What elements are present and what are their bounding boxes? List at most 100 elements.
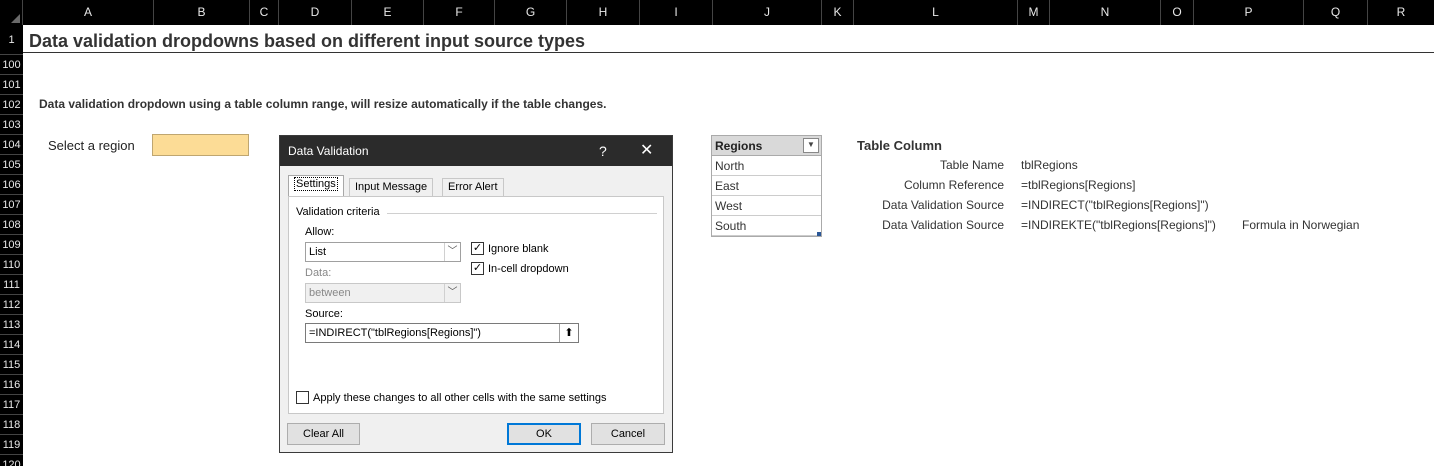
col-header-a[interactable]: A	[23, 0, 154, 25]
row-header[interactable]: 120	[0, 455, 23, 466]
col-header-n[interactable]: N	[1050, 0, 1161, 25]
col-header-l[interactable]: L	[854, 0, 1018, 25]
row-header[interactable]: 114	[0, 335, 23, 355]
source-label: Source:	[305, 308, 343, 320]
close-icon[interactable]: ✕	[640, 136, 653, 166]
table-row[interactable]: West	[712, 196, 821, 216]
row-header[interactable]: 1	[0, 25, 23, 55]
allow-label: Allow:	[305, 226, 335, 238]
select-all-corner[interactable]	[0, 0, 23, 25]
ok-button[interactable]: OK	[507, 423, 581, 445]
apply-all-checkbox[interactable]	[296, 391, 309, 404]
col-header-d[interactable]: D	[279, 0, 352, 25]
in-cell-dropdown-label[interactable]: In-cell dropdown	[488, 263, 569, 275]
col-header-j[interactable]: J	[713, 0, 822, 25]
chevron-down-icon: ﹀	[444, 284, 460, 302]
info-row: Column Reference =tblRegions[Regions]	[820, 175, 1135, 195]
info-key: Data Validation Source	[882, 198, 1004, 212]
section-divider	[387, 213, 657, 214]
row-header[interactable]: 115	[0, 355, 23, 375]
row-header[interactable]: 109	[0, 235, 23, 255]
info-key: Table Name	[939, 158, 1004, 172]
row-header[interactable]: 103	[0, 115, 23, 135]
sheet-title: Data validation dropdowns based on diffe…	[29, 31, 586, 51]
row-header[interactable]: 101	[0, 75, 23, 95]
data-select: between ﹀	[305, 283, 461, 303]
select-region-label: Select a region	[48, 138, 135, 153]
info-value[interactable]: tblRegions	[1021, 155, 1078, 175]
select-region-cell[interactable]	[152, 134, 249, 156]
data-value: between	[309, 287, 351, 299]
row-header[interactable]: 116	[0, 375, 23, 395]
col-header-k[interactable]: K	[822, 0, 854, 25]
tab-input-message-label: Input Message	[355, 181, 428, 193]
help-icon[interactable]: ?	[599, 136, 607, 166]
column-header-bar: A B C D E F G H I J K L M N O P Q R	[0, 0, 1434, 25]
allow-select[interactable]: List ﹀	[305, 242, 461, 262]
table-header-label: Regions	[715, 139, 763, 153]
data-label: Data:	[305, 267, 332, 279]
col-header-f[interactable]: F	[424, 0, 495, 25]
col-header-b[interactable]: B	[154, 0, 250, 25]
clear-all-button[interactable]: Clear All	[287, 423, 360, 445]
col-header-i[interactable]: I	[640, 0, 713, 25]
chevron-down-icon: ﹀	[444, 243, 460, 261]
row-header[interactable]: 108	[0, 215, 23, 235]
tab-error-alert-label: Error Alert	[448, 181, 498, 193]
col-header-g[interactable]: G	[495, 0, 567, 25]
info-value[interactable]: =INDIRECT("tblRegions[Regions]")	[1021, 195, 1209, 215]
tab-settings-label: Settings	[294, 177, 338, 191]
row-header[interactable]: 111	[0, 275, 23, 295]
allow-value: List	[309, 246, 327, 258]
row-header[interactable]: 106	[0, 175, 23, 195]
row-header[interactable]: 105	[0, 155, 23, 175]
tab-settings[interactable]: Settings	[288, 175, 344, 197]
row-header[interactable]: 104	[0, 135, 23, 155]
ignore-blank-checkbox[interactable]: ✓	[471, 242, 484, 255]
filter-dropdown-icon[interactable]: ▼	[803, 138, 819, 153]
col-header-e[interactable]: E	[352, 0, 424, 25]
row-header[interactable]: 113	[0, 315, 23, 335]
range-picker-icon[interactable]: ⬆	[559, 324, 578, 342]
row-header[interactable]: 110	[0, 255, 23, 275]
tab-input-message[interactable]: Input Message	[349, 178, 434, 197]
info-value[interactable]: =INDIREKTE("tblRegions[Regions]")	[1021, 215, 1216, 235]
col-header-p[interactable]: P	[1194, 0, 1304, 25]
info-note: Formula in Norwegian	[1242, 218, 1360, 232]
title-divider	[23, 52, 1434, 53]
dialog-title: Data Validation	[288, 144, 369, 158]
row-header[interactable]: 112	[0, 295, 23, 315]
col-header-m[interactable]: M	[1018, 0, 1050, 25]
col-header-h[interactable]: H	[567, 0, 640, 25]
table-header-regions[interactable]: Regions ▼	[712, 136, 821, 156]
row-header[interactable]: 117	[0, 395, 23, 415]
row-header[interactable]: 100	[0, 55, 23, 75]
row-header[interactable]: 102	[0, 95, 23, 115]
col-header-r[interactable]: R	[1368, 0, 1434, 25]
info-value[interactable]: =tblRegions[Regions]	[1021, 175, 1135, 195]
ignore-blank-label[interactable]: Ignore blank	[488, 243, 549, 255]
col-header-o[interactable]: O	[1161, 0, 1194, 25]
dialog-titlebar[interactable]: Data Validation ? ✕	[280, 136, 672, 166]
row-header[interactable]: 107	[0, 195, 23, 215]
regions-table: Regions ▼ North East West South	[711, 135, 822, 237]
in-cell-dropdown-checkbox[interactable]: ✓	[471, 262, 484, 275]
info-row: Data Validation Source =INDIRECT("tblReg…	[820, 195, 1208, 215]
info-key: Column Reference	[903, 178, 1004, 192]
table-row[interactable]: North	[712, 156, 821, 176]
row-header[interactable]: 118	[0, 415, 23, 435]
col-header-q[interactable]: Q	[1304, 0, 1368, 25]
source-input[interactable]: =INDIRECT("tblRegions[Regions]") ⬆	[305, 323, 579, 343]
table-row[interactable]: East	[712, 176, 821, 196]
sheet-description: Data validation dropdown using a table c…	[39, 97, 607, 111]
tab-error-alert[interactable]: Error Alert	[442, 178, 504, 197]
data-validation-dialog: Data Validation ? ✕ Settings Input Messa…	[279, 135, 673, 453]
table-row[interactable]: South	[712, 216, 821, 236]
info-heading: Table Column	[857, 138, 942, 153]
row-header[interactable]: 119	[0, 435, 23, 455]
apply-all-label[interactable]: Apply these changes to all other cells w…	[313, 392, 607, 404]
info-row: Data Validation Source =INDIREKTE("tblRe…	[820, 215, 1359, 235]
col-header-c[interactable]: C	[250, 0, 279, 25]
info-row: Table Name tblRegions	[820, 155, 1078, 175]
cancel-button[interactable]: Cancel	[591, 423, 665, 445]
